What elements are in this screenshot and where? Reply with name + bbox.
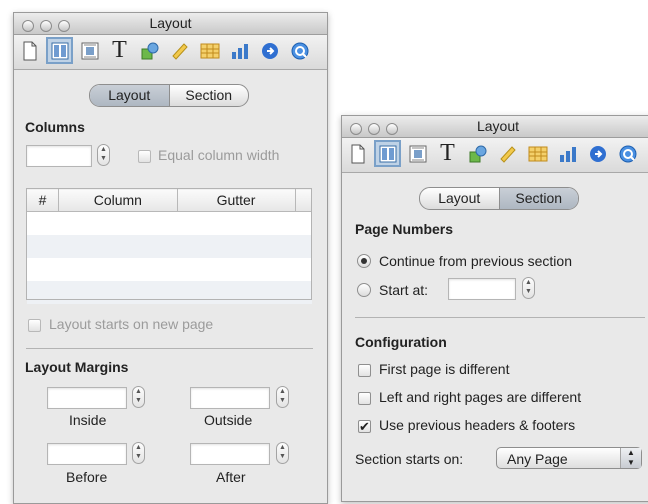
column-header-gutter[interactable]: Gutter [176,188,296,212]
text-icon[interactable]: T [434,140,461,167]
after-label: After [216,469,246,485]
left-right-label: Left and right pages are different [379,389,582,405]
before-margin-stepper[interactable]: ▲ ▼ [132,442,145,464]
wrap-icon[interactable] [404,140,431,167]
outside-label: Outside [204,412,253,428]
layout-icon[interactable] [46,37,73,64]
window-title: Layout [149,15,192,31]
layout-section-tabs: Layout Section [419,187,579,210]
outside-margin-stepper[interactable]: ▲ ▼ [276,386,289,408]
table-row[interactable] [26,211,312,235]
column-count-stepper[interactable]: ▲ ▼ [97,144,110,166]
continue-label: Continue from previous section [379,253,572,269]
link-icon[interactable] [256,37,283,64]
document-icon[interactable] [16,37,43,64]
checkmark-icon: ✔ [359,419,370,434]
start-at-field[interactable] [448,278,516,300]
inside-margin-field[interactable] [47,387,127,409]
column-count-field[interactable] [26,145,92,167]
section-starts-popup[interactable]: Any Page ▲ ▼ [496,447,642,469]
graphic-icon[interactable] [464,140,491,167]
column-header-column[interactable]: Column [58,188,178,212]
layout-new-page-checkbox[interactable] [28,319,41,332]
columns-table: # Column Gutter [25,188,313,304]
minimize-button[interactable] [40,20,52,32]
layout-icon[interactable] [374,140,401,167]
table-row[interactable] [26,235,312,258]
radio-dot [361,258,367,264]
column-header-spacer [294,188,313,212]
tab-section[interactable]: Section [499,188,578,209]
start-at-stepper[interactable]: ▲ ▼ [522,277,535,299]
continue-radio[interactable] [357,254,371,268]
tab-layout[interactable]: Layout [420,188,499,209]
section-starts-label: Section starts on: [355,451,464,467]
tab-section[interactable]: Section [170,85,249,106]
inspector-toolbar: T [342,138,648,173]
equal-width-checkbox[interactable] [138,150,151,163]
table-icon[interactable] [196,37,223,64]
after-margin-stepper[interactable]: ▲ ▼ [276,442,289,464]
section-starts-value: Any Page [507,451,568,467]
layout-new-page-label: Layout starts on new page [49,316,214,332]
inspector-toolbar: T [14,35,327,70]
configuration-heading: Configuration [355,334,447,350]
table-row[interactable] [26,258,312,281]
first-page-label: First page is different [379,361,510,377]
separator [355,317,645,318]
close-button[interactable] [22,20,34,32]
after-margin-field[interactable] [190,443,270,465]
inspector-section-panel: Layout T Layout Section Page Numbers Con… [341,115,648,502]
start-at-radio[interactable] [357,283,371,297]
before-label: Before [66,469,108,485]
start-at-label: Start at: [379,282,429,298]
layout-section-tabs: Layout Section [89,84,249,107]
table-icon[interactable] [524,140,551,167]
left-right-checkbox[interactable] [358,392,371,405]
popup-arrows-icon: ▲ ▼ [620,448,641,468]
quicktime-icon[interactable] [286,37,313,64]
equal-width-label: Equal column width [158,147,280,163]
outside-margin-field[interactable] [190,387,270,409]
separator [26,348,313,349]
zoom-button[interactable] [58,20,70,32]
use-previous-label: Use previous headers & footers [379,417,576,433]
close-button[interactable] [350,123,362,135]
title-bar[interactable]: Layout [14,13,327,35]
column-header-number[interactable]: # [25,188,60,212]
link-icon[interactable] [584,140,611,167]
document-icon[interactable] [344,140,371,167]
table-row[interactable] [26,281,312,304]
inside-margin-stepper[interactable]: ▲ ▼ [132,386,145,408]
text-icon[interactable]: T [106,37,133,64]
use-previous-checkbox[interactable]: ✔ [358,420,371,433]
tab-layout[interactable]: Layout [90,85,169,106]
zoom-button[interactable] [386,123,398,135]
before-margin-field[interactable] [47,443,127,465]
window-title: Layout [476,118,520,134]
chart-icon[interactable] [554,140,581,167]
first-page-checkbox[interactable] [358,364,371,377]
title-bar[interactable]: Layout [342,116,648,138]
metrics-icon[interactable] [166,37,193,64]
graphic-icon[interactable] [136,37,163,64]
wrap-icon[interactable] [76,37,103,64]
layout-margins-heading: Layout Margins [25,359,129,375]
metrics-icon[interactable] [494,140,521,167]
columns-heading: Columns [25,119,85,135]
chart-icon[interactable] [226,37,253,64]
page-numbers-heading: Page Numbers [355,221,454,237]
inside-label: Inside [69,412,107,428]
quicktime-icon[interactable] [614,140,641,167]
inspector-layout-panel: Layout T Layout Section Columns ▲ ▼ Equa… [13,12,328,504]
minimize-button[interactable] [368,123,380,135]
